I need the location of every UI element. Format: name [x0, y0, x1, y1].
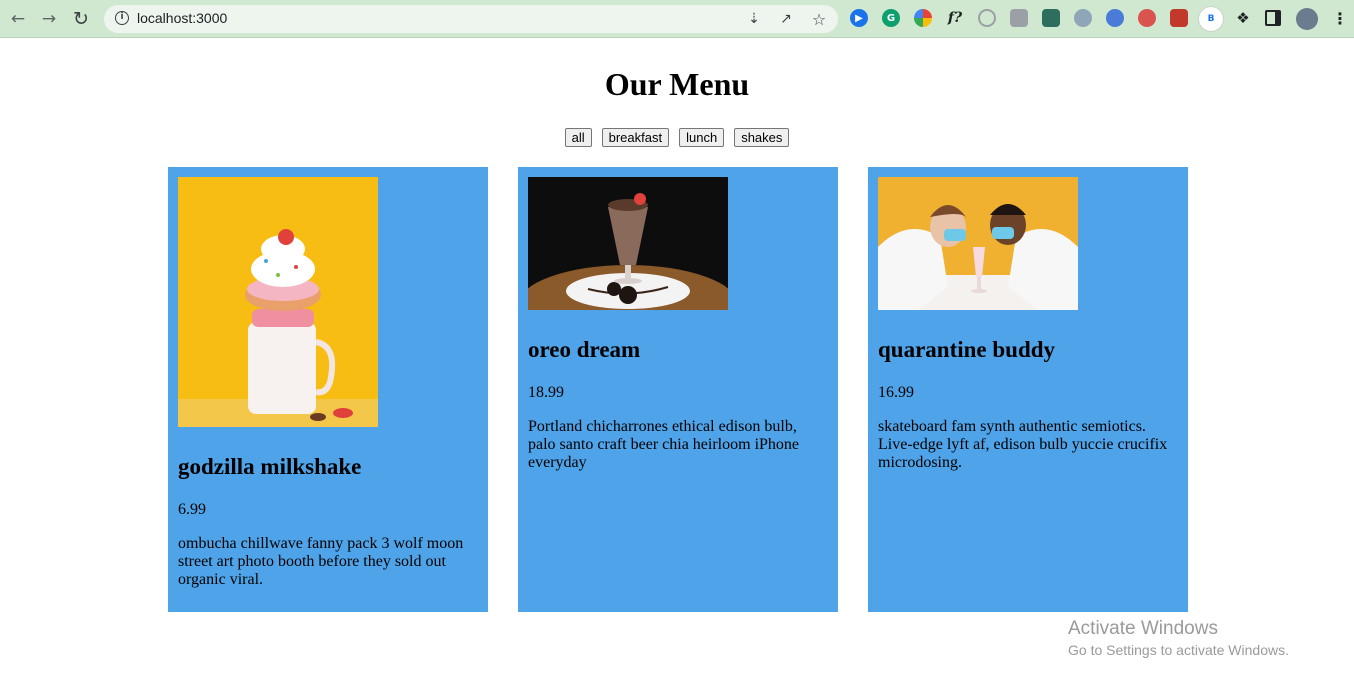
- extension-grammarly-icon[interactable]: G: [882, 9, 900, 27]
- profile-badge-icon[interactable]: B: [1199, 7, 1223, 31]
- install-icon[interactable]: ⇣: [745, 10, 763, 28]
- arrow-right-icon: →: [41, 9, 57, 29]
- page-title: Our Menu: [604, 66, 750, 102]
- extension-camera-icon[interactable]: [1010, 9, 1028, 27]
- menu-item-title: quarantine buddy: [878, 337, 1056, 362]
- watermark-title: Activate Windows: [1068, 618, 1218, 639]
- address-bar[interactable]: i localhost:3000 ⇣ ↗ ☆: [104, 5, 838, 33]
- extension-puzzle-red-icon[interactable]: [1170, 9, 1188, 27]
- menu-card: quarantine buddy 16.99 skateboard fam sy…: [868, 167, 1188, 612]
- menu-item-photo: [528, 177, 728, 310]
- browser-toolbar: ← → ↻ i localhost:3000 ⇣ ↗ ☆ ▶ G f? B ❖ …: [0, 0, 1354, 38]
- menu-item-price: 18.99: [528, 384, 564, 401]
- menu-item-description: skateboard fam synth authentic semiotics…: [878, 418, 1168, 471]
- menu-item-title: godzilla milkshake: [178, 454, 362, 479]
- filter-buttons: all breakfast lunch shakes: [0, 128, 1354, 147]
- filter-shakes-button[interactable]: shakes: [734, 128, 790, 147]
- extension-chat-icon[interactable]: [1106, 9, 1124, 27]
- menu-item-price: 6.99: [178, 501, 206, 518]
- side-panel-icon[interactable]: [1265, 10, 1281, 26]
- extension-eyes-icon[interactable]: [1138, 9, 1156, 27]
- star-icon[interactable]: ☆: [810, 10, 828, 29]
- forward-button[interactable]: →: [38, 8, 60, 30]
- filter-breakfast-button[interactable]: breakfast: [601, 128, 670, 147]
- reload-button[interactable]: ↻: [70, 8, 92, 30]
- menu-item-photo: [878, 177, 1078, 310]
- filter-lunch-button[interactable]: lunch: [679, 128, 725, 147]
- menu-card: godzilla milkshake 6.99 ombucha chillwav…: [168, 167, 488, 612]
- extension-formula-icon[interactable]: f?: [946, 9, 964, 27]
- activate-windows-watermark: Activate Windows Go to Settings to activ…: [1068, 618, 1289, 658]
- menu-item-price: 16.99: [878, 384, 914, 401]
- info-icon[interactable]: i: [115, 11, 129, 25]
- avatar[interactable]: [1296, 8, 1318, 30]
- back-button[interactable]: ←: [7, 8, 29, 30]
- menu-card: oreo dream 18.99 Portland chicharrones e…: [518, 167, 838, 612]
- extension-play-icon[interactable]: ▶: [850, 9, 868, 27]
- extensions-puzzle-icon[interactable]: ❖: [1234, 9, 1252, 27]
- reload-icon: ↻: [73, 8, 89, 30]
- menu-item-description: ombucha chillwave fanny pack 3 wolf moon…: [178, 535, 464, 588]
- extension-briefcase-icon[interactable]: [1042, 9, 1060, 27]
- url-text[interactable]: localhost:3000: [137, 10, 227, 26]
- watermark-subtitle: Go to Settings to activate Windows.: [1068, 642, 1289, 658]
- menu-item-photo: [178, 177, 378, 427]
- extension-color-icon[interactable]: [914, 9, 932, 27]
- extension-compass-icon[interactable]: [978, 9, 996, 27]
- extension-paw-icon[interactable]: [1074, 9, 1092, 27]
- menu-item-title: oreo dream: [528, 337, 641, 362]
- arrow-left-icon: ←: [10, 9, 26, 29]
- menu-kebab-icon[interactable]: ⋮: [1331, 9, 1349, 28]
- menu-item-description: Portland chicharrones ethical edison bul…: [528, 418, 800, 471]
- share-icon[interactable]: ↗: [777, 10, 795, 28]
- filter-all-button[interactable]: all: [564, 128, 592, 147]
